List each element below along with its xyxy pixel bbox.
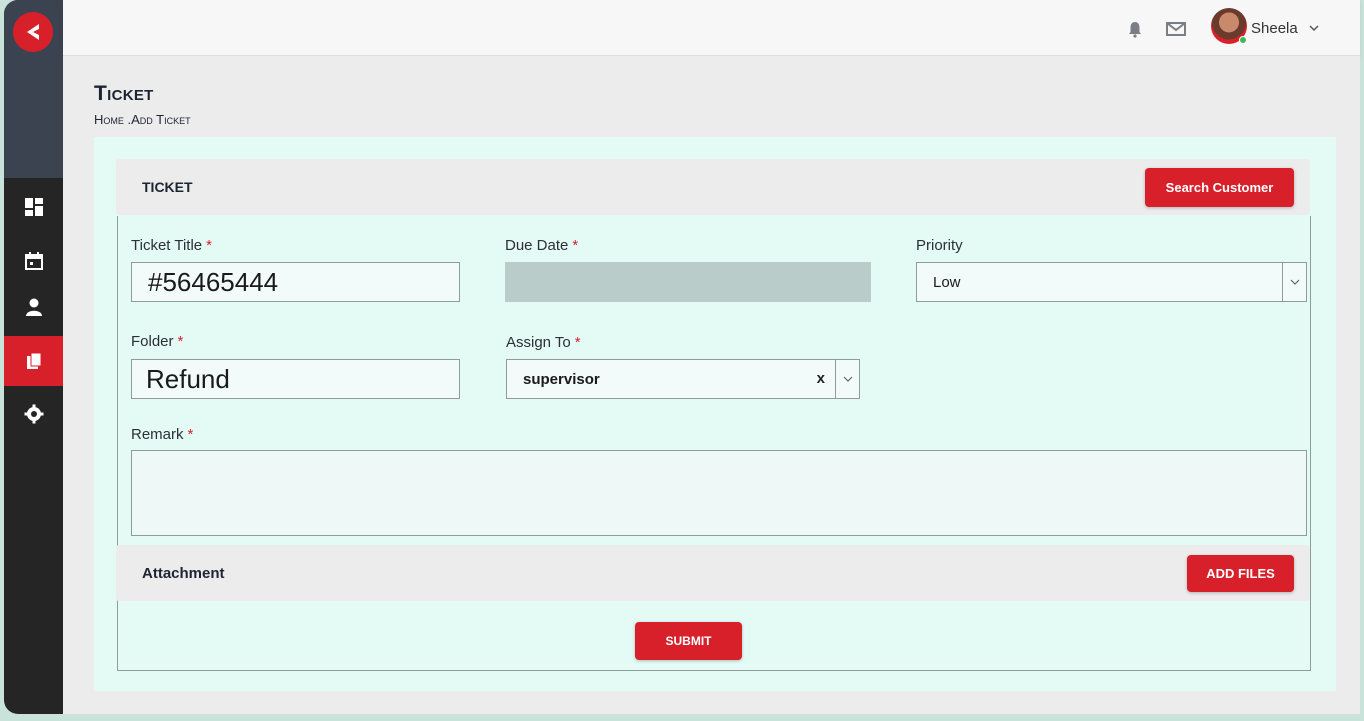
online-status-indicator (1239, 36, 1247, 44)
top-bar: Sheela (63, 0, 1360, 56)
ticket-section-header: TICKET (116, 159, 1310, 215)
brand-logo-icon[interactable] (13, 12, 53, 52)
ticket-title-label: Ticket Title * (131, 237, 212, 254)
required-marker: * (206, 237, 212, 254)
ticket-section-title: TICKET (142, 179, 193, 195)
page-title: Ticket (94, 82, 154, 105)
chevron-down-icon[interactable] (1282, 263, 1306, 301)
mail-icon[interactable] (1166, 20, 1186, 38)
remark-textarea[interactable] (131, 450, 1307, 536)
attachment-section-title: Attachment (142, 565, 225, 582)
clear-selection-icon[interactable]: x (817, 370, 825, 387)
priority-selected-value: Low (933, 273, 961, 291)
folder-input[interactable]: Refund (131, 359, 460, 399)
folder-label-text: Folder (131, 333, 174, 350)
required-marker: * (177, 333, 184, 350)
attachment-section-header: Attachment (116, 545, 1310, 601)
due-date-label-text: Due Date (505, 237, 569, 254)
required-marker: * (574, 334, 581, 351)
remark-label: Remark * (131, 426, 193, 443)
search-customer-button[interactable]: Search Customer (1145, 168, 1294, 207)
required-marker: * (187, 426, 194, 443)
calendar-icon (24, 252, 43, 270)
sidebar-item-users[interactable] (4, 282, 63, 332)
sidebar-item-settings[interactable] (4, 389, 63, 439)
sidebar-item-tickets[interactable] (4, 336, 63, 386)
assign-to-selected-value: supervisor (523, 370, 600, 388)
due-date-label: Due Date * (505, 237, 578, 254)
add-files-button[interactable]: ADD FILES (1187, 555, 1294, 592)
sidebar-item-calendar[interactable] (4, 236, 63, 286)
priority-select[interactable]: Low (916, 262, 1307, 302)
chevron-down-icon[interactable] (835, 360, 859, 398)
ticket-title-label-text: Ticket Title (131, 237, 203, 254)
gear-icon (24, 404, 43, 424)
remark-label-text: Remark (131, 426, 184, 443)
ticket-title-input[interactable]: #56465444 (131, 262, 460, 302)
clipboard-icon (26, 352, 41, 369)
chevron-down-icon[interactable] (1308, 22, 1320, 34)
priority-label: Priority (916, 237, 963, 254)
required-marker: * (572, 237, 579, 254)
bell-icon[interactable] (1126, 20, 1144, 38)
priority-label-text: Priority (916, 237, 963, 254)
main-content: Ticket Home .Add Ticket TICKET Search Cu… (63, 56, 1360, 714)
user-name[interactable]: Sheela (1251, 20, 1298, 37)
sidebar (4, 0, 63, 714)
assign-to-label-text: Assign To (506, 334, 571, 351)
sidebar-item-dashboard[interactable] (4, 182, 63, 232)
assign-to-select[interactable]: supervisor x (506, 359, 860, 399)
submit-button[interactable]: SUBMIT (635, 622, 742, 660)
breadcrumb[interactable]: Home .Add Ticket (94, 112, 191, 127)
assign-to-label: Assign To * (506, 334, 581, 351)
dashboard-icon (24, 198, 43, 216)
due-date-input[interactable] (505, 262, 871, 302)
user-icon (25, 298, 42, 316)
ticket-card: TICKET Search Customer Ticket Title * #56… (94, 137, 1336, 691)
folder-label: Folder * (131, 333, 183, 350)
